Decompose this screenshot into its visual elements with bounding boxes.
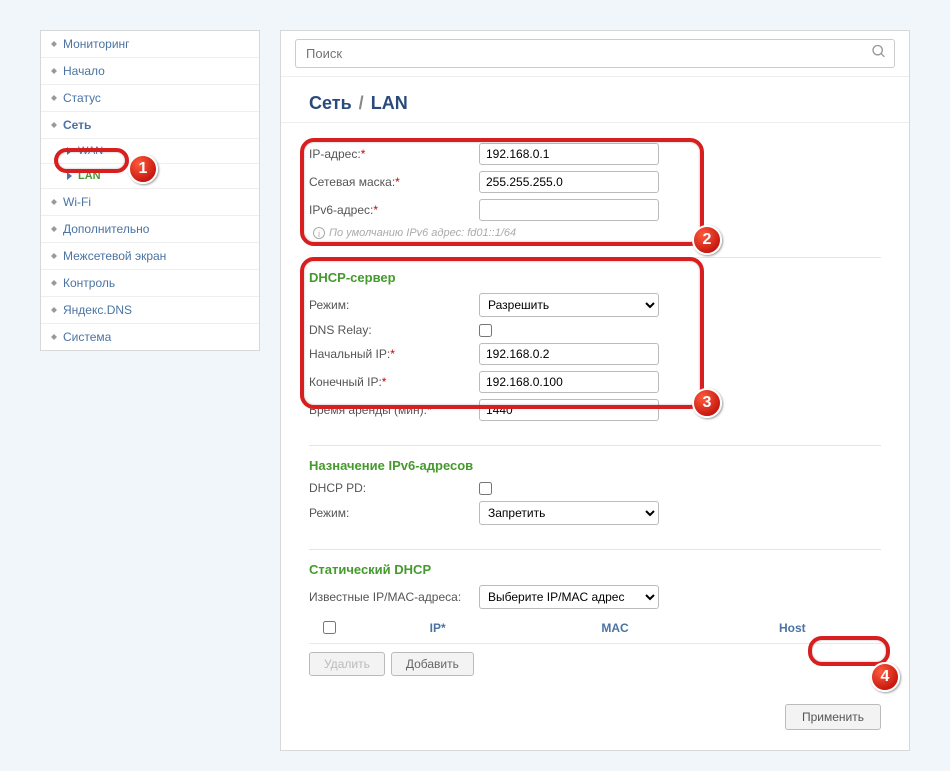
dhcp-mode-select[interactable]: Разрешить bbox=[479, 293, 659, 317]
ip-input[interactable] bbox=[479, 143, 659, 165]
ipv6assign-title: Назначение IPv6-адресов bbox=[309, 458, 881, 473]
ipv6-mode-label: Режим: bbox=[309, 506, 479, 520]
mask-input[interactable] bbox=[479, 171, 659, 193]
dhcp-pd-label: DHCP PD: bbox=[309, 481, 479, 495]
ipv6-label: IPv6-адрес:* bbox=[309, 203, 479, 217]
col-ip: IP* bbox=[349, 621, 526, 637]
bullet-icon bbox=[51, 41, 57, 47]
apply-button[interactable]: Применить bbox=[785, 704, 881, 730]
sidebar-item-advanced[interactable]: Дополнительно bbox=[41, 216, 259, 243]
section-static-dhcp: Статический DHCP Известные IP/MAC-адреса… bbox=[309, 549, 881, 688]
staticdhcp-title: Статический DHCP bbox=[309, 562, 881, 577]
bullet-icon bbox=[51, 199, 57, 205]
ip-label: IP-адрес:* bbox=[309, 147, 479, 161]
bullet-icon bbox=[51, 95, 57, 101]
dhcp-pd-checkbox[interactable] bbox=[479, 482, 492, 495]
section-ipv6-assign: Назначение IPv6-адресов DHCP PD: Режим: … bbox=[309, 445, 881, 543]
sidebar-item-network[interactable]: Сеть bbox=[41, 112, 259, 139]
known-addr-select[interactable]: Выберите IP/MAC адрес bbox=[479, 585, 659, 609]
content: IP-адрес:* Сетевая маска:* IPv6-адрес:* … bbox=[281, 123, 909, 688]
section-lan-address: IP-адрес:* Сетевая маска:* IPv6-адрес:* … bbox=[309, 135, 881, 251]
col-host: Host bbox=[704, 621, 881, 637]
search-input[interactable] bbox=[295, 39, 895, 68]
dns-relay-checkbox[interactable] bbox=[479, 324, 492, 337]
sidebar-item-label: Мониторинг bbox=[63, 37, 130, 51]
sidebar-item-label: Контроль bbox=[63, 276, 115, 290]
add-button[interactable]: Добавить bbox=[391, 652, 474, 676]
search-icon bbox=[871, 43, 887, 64]
dhcp-end-input[interactable] bbox=[479, 371, 659, 393]
sidebar-item-firewall[interactable]: Межсетевой экран bbox=[41, 243, 259, 270]
sidebar-item-label: Статус bbox=[63, 91, 101, 105]
dhcp-mode-label: Режим: bbox=[309, 298, 479, 312]
bullet-icon bbox=[51, 68, 57, 74]
breadcrumb-section: Сеть bbox=[309, 93, 352, 113]
sidebar-item-system[interactable]: Система bbox=[41, 324, 259, 350]
dhcp-end-label: Конечный IP:* bbox=[309, 375, 479, 389]
breadcrumb-sep: / bbox=[359, 93, 364, 113]
bullet-icon bbox=[51, 334, 57, 340]
sidebar-item-status[interactable]: Статус bbox=[41, 85, 259, 112]
breadcrumb-page: LAN bbox=[371, 93, 408, 113]
dns-relay-label: DNS Relay: bbox=[309, 323, 479, 337]
ipv6-input[interactable] bbox=[479, 199, 659, 221]
search-bar bbox=[281, 31, 909, 77]
dhcp-start-label: Начальный IP:* bbox=[309, 347, 479, 361]
mask-label: Сетевая маска:* bbox=[309, 175, 479, 189]
sidebar-item-label: WAN bbox=[78, 145, 103, 157]
bullet-icon bbox=[51, 226, 57, 232]
bullet-icon bbox=[51, 122, 57, 128]
bullet-icon bbox=[51, 280, 57, 286]
sidebar-item-label: Система bbox=[63, 330, 111, 344]
dhcp-title: DHCP-сервер bbox=[309, 270, 881, 285]
sidebar-item-label: Межсетевой экран bbox=[63, 249, 166, 263]
main-panel: Сеть / LAN IP-адрес:* Сетевая маска:* IP… bbox=[280, 30, 910, 751]
dhcp-lease-label: Время аренды (мин):* bbox=[309, 403, 479, 417]
sidebar-item-label: Дополнительно bbox=[63, 222, 149, 236]
sidebar: Мониторинг Начало Статус Сеть WAN LAN Wi… bbox=[40, 30, 260, 351]
sidebar-item-yandexdns[interactable]: Яндекс.DNS bbox=[41, 297, 259, 324]
sidebar-item-wifi[interactable]: Wi-Fi bbox=[41, 189, 259, 216]
select-all-checkbox[interactable] bbox=[323, 621, 336, 634]
ipv6-hint: iПо умолчанию IPv6 адрес: fd01::1/64 bbox=[313, 227, 881, 239]
sidebar-item-start[interactable]: Начало bbox=[41, 58, 259, 85]
known-addr-label: Известные IP/MAC-адреса: bbox=[309, 590, 479, 604]
sidebar-item-label: Сеть bbox=[63, 118, 91, 132]
dhcp-lease-input[interactable] bbox=[479, 399, 659, 421]
sidebar-item-label: Wi-Fi bbox=[63, 195, 91, 209]
ipv6-mode-select[interactable]: Запретить bbox=[479, 501, 659, 525]
sidebar-item-wan[interactable]: WAN bbox=[41, 139, 259, 164]
breadcrumb: Сеть / LAN bbox=[281, 77, 909, 123]
bullet-icon bbox=[51, 253, 57, 259]
chevron-right-icon bbox=[67, 147, 72, 155]
section-dhcp: DHCP-сервер Режим: Разрешить DNS Relay: … bbox=[309, 257, 881, 439]
sidebar-item-lan[interactable]: LAN bbox=[41, 164, 259, 189]
chevron-right-icon bbox=[67, 172, 72, 180]
static-table-head: IP* MAC Host bbox=[309, 615, 881, 644]
sidebar-item-label: LAN bbox=[78, 170, 101, 182]
sidebar-item-monitoring[interactable]: Мониторинг bbox=[41, 31, 259, 58]
delete-button[interactable]: Удалить bbox=[309, 652, 385, 676]
bullet-icon bbox=[51, 307, 57, 313]
sidebar-item-control[interactable]: Контроль bbox=[41, 270, 259, 297]
info-icon: i bbox=[313, 227, 325, 239]
dhcp-start-input[interactable] bbox=[479, 343, 659, 365]
sidebar-item-label: Начало bbox=[63, 64, 105, 78]
sidebar-item-label: Яндекс.DNS bbox=[63, 303, 132, 317]
col-mac: MAC bbox=[526, 621, 703, 637]
